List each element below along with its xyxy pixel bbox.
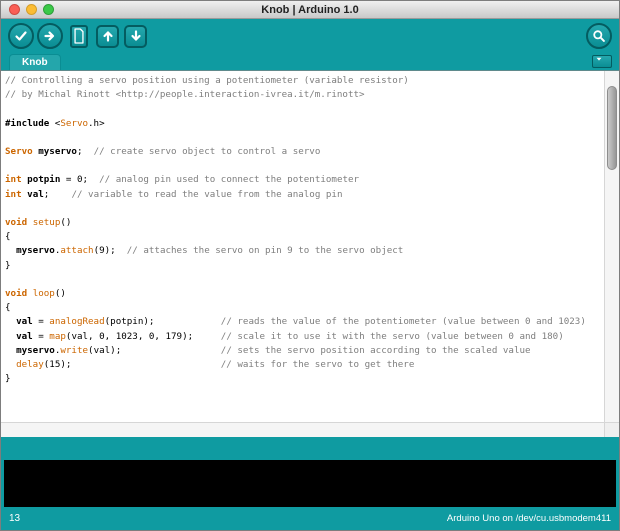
open-button[interactable] bbox=[96, 24, 119, 48]
arrow-up-icon bbox=[100, 28, 116, 44]
window-title: Knob | Arduino 1.0 bbox=[261, 3, 359, 16]
magnifier-icon bbox=[591, 28, 607, 44]
code-area[interactable]: // Controlling a servo position using a … bbox=[1, 71, 604, 422]
horizontal-scrollbar[interactable] bbox=[1, 422, 604, 437]
tab-menu-button[interactable] bbox=[592, 55, 612, 68]
scrollbar-corner bbox=[604, 422, 619, 437]
console-output bbox=[4, 460, 616, 507]
toolbar-right bbox=[586, 23, 612, 49]
arrow-right-icon bbox=[42, 28, 58, 44]
board-port-label: Arduino Uno on /dev/cu.usbmodem411 bbox=[446, 513, 611, 524]
code-line: myservo.write(val); // sets the servo po… bbox=[16, 344, 531, 356]
code-line: Servo myservo; // create servo object to… bbox=[5, 145, 321, 157]
save-button[interactable] bbox=[124, 24, 147, 48]
vertical-scrollbar[interactable] bbox=[604, 71, 619, 422]
check-icon bbox=[13, 28, 29, 44]
arrow-down-icon bbox=[128, 28, 144, 44]
code-line: // by Michal Rinott <http://people.inter… bbox=[5, 89, 365, 101]
document-icon bbox=[72, 27, 86, 45]
chevron-down-icon bbox=[594, 54, 610, 70]
close-button[interactable] bbox=[9, 4, 20, 15]
code-line: } bbox=[5, 259, 11, 271]
status-bar: 13 Arduino Uno on /dev/cu.usbmodem411 bbox=[1, 507, 619, 530]
new-sketch-button[interactable] bbox=[70, 24, 88, 48]
tab-bar: Knob bbox=[1, 53, 619, 70]
minimize-button[interactable] bbox=[26, 4, 37, 15]
code-line: delay(15); // waits for the servo to get… bbox=[16, 358, 415, 370]
upload-button[interactable] bbox=[37, 23, 63, 49]
traffic-lights bbox=[9, 1, 54, 18]
line-number-indicator: 13 bbox=[9, 513, 21, 524]
code-line: void setup() bbox=[5, 216, 72, 228]
code-line: void loop() bbox=[5, 287, 66, 299]
code-line: } bbox=[5, 373, 11, 385]
code-editor: // Controlling a servo position using a … bbox=[1, 70, 619, 437]
code-line: int val; // variable to read the value f… bbox=[5, 188, 343, 200]
code-line: val = analogRead(potpin); // reads the v… bbox=[16, 316, 586, 328]
code-line: // Controlling a servo position using a … bbox=[5, 75, 409, 86]
vertical-scrollbar-thumb[interactable] bbox=[607, 86, 617, 170]
tab-knob[interactable]: Knob bbox=[9, 54, 61, 70]
code-line: myservo.attach(9); // attaches the servo… bbox=[16, 245, 404, 257]
titlebar: Knob | Arduino 1.0 bbox=[1, 1, 619, 19]
toolbar bbox=[1, 19, 619, 53]
code-line: val = map(val, 0, 1023, 0, 179); // scal… bbox=[16, 330, 564, 342]
status-message-strip bbox=[1, 437, 619, 460]
tabs: Knob bbox=[9, 53, 61, 70]
code-line: { bbox=[5, 231, 11, 243]
code-line: { bbox=[5, 302, 11, 314]
code-line: int potpin = 0; // analog pin used to co… bbox=[5, 174, 360, 186]
serial-monitor-button[interactable] bbox=[586, 23, 612, 49]
arduino-window: Knob | Arduino 1.0 Knob // Controlling a… bbox=[0, 0, 620, 531]
verify-button[interactable] bbox=[8, 23, 34, 49]
toolbar-left bbox=[8, 23, 148, 49]
code-line: #include <Servo.h> bbox=[5, 117, 105, 129]
zoom-button[interactable] bbox=[43, 4, 54, 15]
